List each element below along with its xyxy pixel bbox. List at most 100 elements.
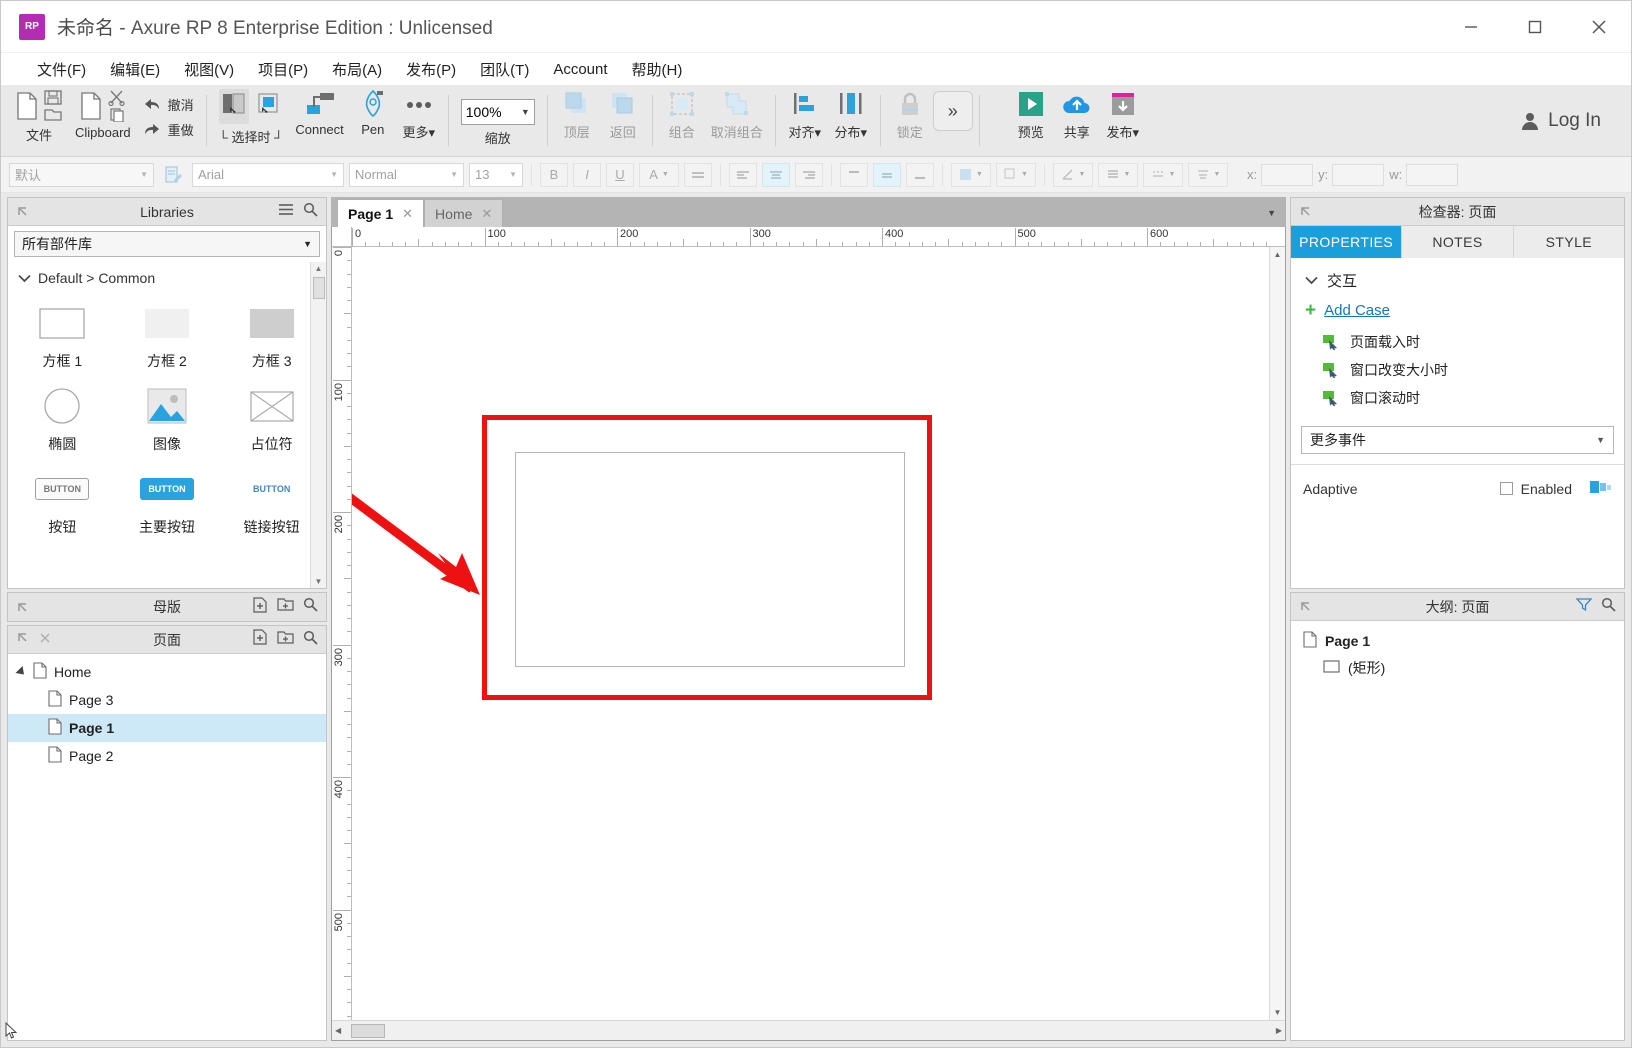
expand-toolbar-button[interactable]: » <box>933 91 973 131</box>
page-tree-item-page-2[interactable]: Page 2 <box>8 742 326 770</box>
widget-ellipse[interactable]: 椭圆 <box>10 377 115 460</box>
collapse-arrow-icon[interactable] <box>1299 600 1312 613</box>
collapse-arrow-icon[interactable] <box>16 205 29 218</box>
style-select[interactable]: 默认▼ <box>9 163 154 187</box>
undo-button[interactable]: 撤消 <box>143 95 194 114</box>
scrollbar-thumb[interactable] <box>351 1024 385 1038</box>
search-icon[interactable] <box>303 202 318 222</box>
maximize-button[interactable] <box>1503 1 1567 52</box>
expand-triangle-icon[interactable] <box>15 666 27 678</box>
scroll-up-icon[interactable]: ▲ <box>1274 250 1282 259</box>
minimize-button[interactable] <box>1439 1 1503 52</box>
page-tree-item-home[interactable]: Home <box>8 658 326 686</box>
scroll-down-icon[interactable]: ▼ <box>315 575 323 588</box>
library-group-header[interactable]: Default > Common <box>8 262 326 290</box>
widget-placeholder[interactable]: 占位符 <box>219 377 324 460</box>
bring-to-front-button[interactable]: 顶层 <box>554 85 600 156</box>
menu-team[interactable]: 团队(T) <box>470 55 539 84</box>
shadow-button[interactable]: ▼ <box>996 163 1036 187</box>
ungroup-button[interactable]: 取消组合 <box>705 85 769 156</box>
scroll-up-icon[interactable]: ▲ <box>315 262 323 275</box>
valign-bottom-button[interactable] <box>906 163 934 187</box>
pen-tool[interactable]: Pen <box>350 85 396 156</box>
connect-mode-icon[interactable] <box>253 89 283 124</box>
file-toolgroup[interactable]: 文件 <box>9 85 69 156</box>
widget-link-button[interactable]: BUTTON 链接按钮 <box>219 460 324 543</box>
widget-box-2[interactable]: 方框 2 <box>115 294 220 377</box>
valign-top-button[interactable] <box>840 163 868 187</box>
y-input[interactable] <box>1332 164 1384 186</box>
add-page-icon[interactable] <box>252 629 268 650</box>
clipboard-toolgroup[interactable]: Clipboard <box>69 85 137 156</box>
widget-image[interactable]: 图像 <box>115 377 220 460</box>
border-width-button[interactable]: ▼ <box>1053 163 1093 187</box>
design-canvas[interactable] <box>352 247 1269 1020</box>
menu-file[interactable]: 文件(F) <box>27 55 96 84</box>
close-icon[interactable]: ✕ <box>402 206 413 222</box>
scrollbar-thumb[interactable] <box>313 277 325 299</box>
libraries-scrollbar[interactable]: ▲ ▼ <box>310 262 326 588</box>
outline-item-page[interactable]: Page 1 <box>1291 627 1624 654</box>
event-page-load[interactable]: 页面载入时 <box>1291 328 1624 356</box>
adaptive-enabled-checkbox[interactable] <box>1500 482 1513 495</box>
align-center-button[interactable] <box>762 163 790 187</box>
close-panel-icon[interactable] <box>39 631 51 649</box>
font-weight-select[interactable]: Normal▼ <box>349 163 464 187</box>
group-button[interactable]: 组合 <box>659 85 705 156</box>
search-icon[interactable] <box>303 630 318 650</box>
underline-button[interactable]: U <box>606 163 634 187</box>
select-mode-icon[interactable] <box>219 89 249 124</box>
redo-button[interactable]: 重做 <box>143 120 194 139</box>
close-button[interactable] <box>1567 1 1631 52</box>
menu-view[interactable]: 视图(V) <box>174 55 244 84</box>
widget-box-3[interactable]: 方框 3 <box>219 294 324 377</box>
menu-account[interactable]: Account <box>543 57 617 82</box>
preview-button[interactable]: 预览 <box>1008 85 1054 156</box>
select-mode-toolgroup[interactable]: └ 选择时 ┘ <box>213 85 290 156</box>
hamburger-icon[interactable] <box>278 203 294 221</box>
login-button[interactable]: Log In <box>1520 110 1623 132</box>
filter-icon[interactable] <box>1576 597 1592 616</box>
event-window-scroll[interactable]: 窗口滚动时 <box>1291 384 1624 412</box>
menu-project[interactable]: 项目(P) <box>248 55 318 84</box>
italic-button[interactable]: I <box>573 163 601 187</box>
tab-style[interactable]: STYLE <box>1514 226 1624 258</box>
bullet-list-button[interactable] <box>684 163 712 187</box>
lock-button[interactable]: 锁定 <box>887 85 933 156</box>
menu-edit[interactable]: 编辑(E) <box>100 55 170 84</box>
search-icon[interactable] <box>1601 597 1616 617</box>
adaptive-views-icon[interactable] <box>1590 479 1612 498</box>
font-color-button[interactable]: A▼ <box>639 163 679 187</box>
bold-button[interactable]: B <box>540 163 568 187</box>
interactions-section-header[interactable]: 交互 <box>1291 258 1624 297</box>
scroll-down-icon[interactable]: ▼ <box>1274 1008 1282 1017</box>
add-folder-icon[interactable] <box>277 597 294 617</box>
collapse-arrow-icon[interactable] <box>16 631 29 649</box>
tab-properties[interactable]: PROPERTIES <box>1291 226 1402 258</box>
more-events-select[interactable]: 更多事件 ▼ <box>1301 426 1614 454</box>
close-icon[interactable]: ✕ <box>481 206 492 222</box>
add-master-icon[interactable] <box>252 597 268 618</box>
line-spacing-button[interactable]: ▼ <box>1188 163 1228 187</box>
menu-help[interactable]: 帮助(H) <box>622 55 693 84</box>
share-button[interactable]: 共享 <box>1054 85 1100 156</box>
line-arrow-button[interactable]: ▼ <box>1143 163 1183 187</box>
canvas-vertical-scrollbar[interactable]: ▲ ▼ <box>1269 247 1285 1020</box>
align-left-button[interactable] <box>729 163 757 187</box>
align-right-button[interactable] <box>795 163 823 187</box>
connect-tool[interactable]: Connect <box>289 85 349 156</box>
chevron-down-icon[interactable]: ▼ <box>1267 208 1286 218</box>
fill-color-button[interactable]: ▼ <box>951 163 991 187</box>
tab-notes[interactable]: NOTES <box>1402 226 1513 258</box>
add-case-button[interactable]: + Add Case <box>1291 297 1624 328</box>
widget-primary-button[interactable]: BUTTON 主要按钮 <box>115 460 220 543</box>
page-tree-item-page-3[interactable]: Page 3 <box>8 686 326 714</box>
line-style-button[interactable]: ▼ <box>1098 163 1138 187</box>
x-input[interactable] <box>1261 164 1313 186</box>
library-select[interactable]: 所有部件库 ▼ <box>14 231 320 257</box>
outline-item-rectangle[interactable]: (矩形) <box>1291 654 1624 681</box>
send-to-back-button[interactable]: 返回 <box>600 85 646 156</box>
canvas-tab-page-1[interactable]: Page 1 ✕ <box>337 199 424 227</box>
valign-middle-button[interactable] <box>873 163 901 187</box>
collapse-arrow-icon[interactable] <box>1299 205 1312 218</box>
